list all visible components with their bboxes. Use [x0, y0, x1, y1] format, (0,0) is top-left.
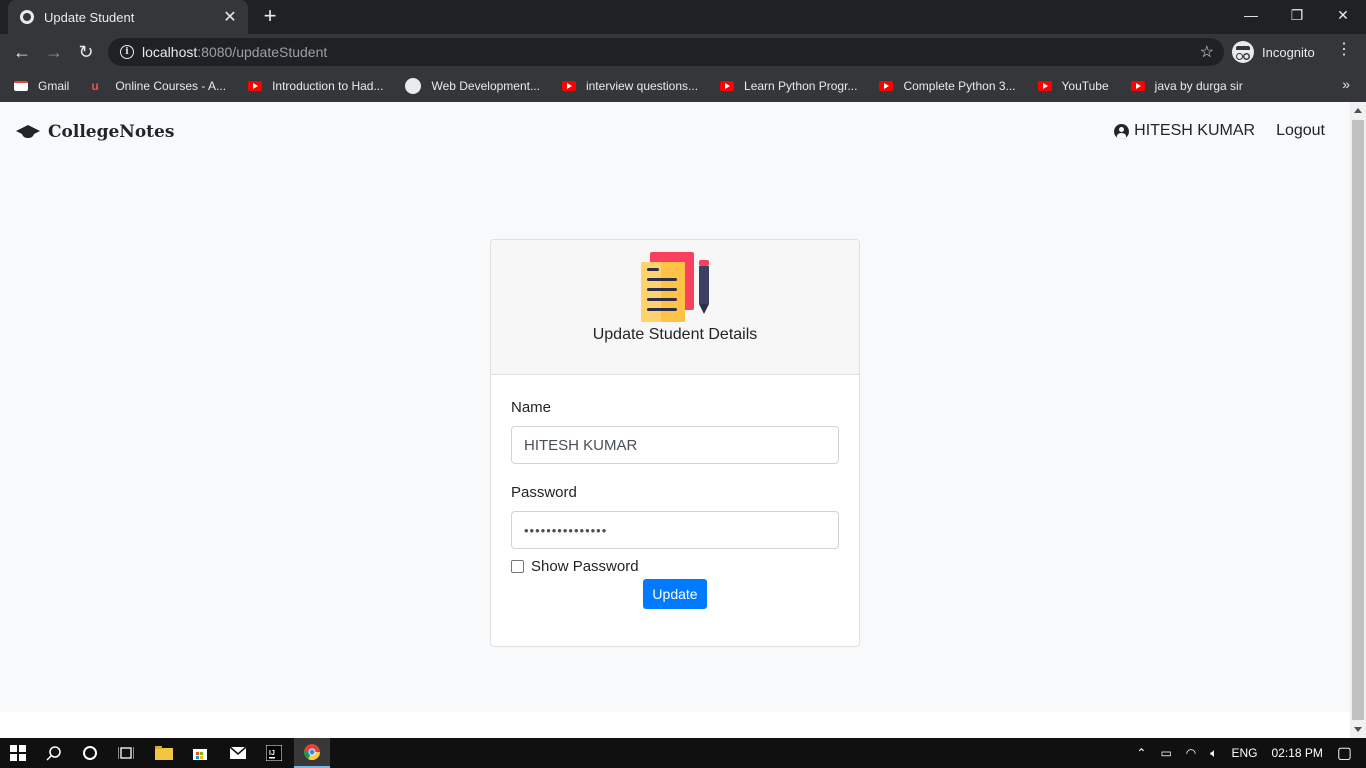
language-indicator[interactable]: ENG — [1231, 746, 1257, 760]
show-password-checkbox[interactable] — [511, 560, 524, 573]
bookmark-item[interactable]: interview questions... — [561, 79, 698, 93]
browser-toolbar: ← → ↻ i localhost :8080/updateStudent ☆ … — [0, 34, 1366, 70]
url-host: localhost — [142, 44, 198, 60]
page-content: CollegeNotes HITESH KUMAR Logout Update … — [0, 102, 1350, 712]
intellij-icon[interactable]: IJ — [256, 738, 292, 768]
window-close-button[interactable]: ✕ — [1320, 0, 1366, 30]
update-student-form: Name HITESH KUMAR Password •••••••••••••… — [491, 375, 859, 633]
bookmark-item[interactable]: Gmail — [14, 79, 69, 93]
name-input[interactable]: HITESH KUMAR — [511, 426, 839, 464]
search-icon[interactable] — [36, 738, 72, 768]
more-bookmarks-icon[interactable]: » — [1342, 76, 1350, 92]
bookmark-item[interactable]: Web Development... — [405, 78, 540, 94]
document-pencil-icon — [641, 252, 709, 322]
youtube-icon — [1037, 81, 1052, 91]
back-button[interactable]: ← — [10, 40, 34, 64]
user-name-link[interactable]: HITESH KUMAR — [1134, 122, 1255, 140]
clock[interactable]: 02:18 PM — [1272, 746, 1323, 760]
udemy-icon: u — [91, 79, 99, 93]
scroll-up-icon[interactable] — [1354, 108, 1362, 113]
bookmark-item[interactable]: Complete Python 3... — [879, 79, 1016, 93]
youtube-icon — [561, 81, 576, 91]
incognito-label: Incognito — [1262, 44, 1315, 60]
browser-tab-strip: Update Student ✕ + — ❐ ✕ — [0, 0, 1366, 34]
logout-link[interactable]: Logout — [1276, 122, 1325, 140]
url-path: :8080/updateStudent — [197, 44, 328, 60]
bookmark-item[interactable]: Learn Python Progr... — [720, 79, 857, 93]
incognito-indicator[interactable]: Incognito — [1232, 40, 1315, 64]
update-button[interactable]: Update — [643, 579, 707, 609]
notification-icon[interactable]: ▢ — [1337, 743, 1352, 763]
youtube-icon — [1130, 81, 1145, 91]
window-controls: — ❐ ✕ — [1228, 0, 1366, 34]
battery-icon[interactable]: ▭ — [1160, 746, 1171, 760]
youtube-icon — [720, 81, 735, 91]
show-password-label[interactable]: Show Password — [531, 558, 639, 575]
tab-title: Update Student — [44, 9, 135, 25]
address-bar[interactable]: i localhost :8080/updateStudent ☆ — [108, 38, 1224, 66]
update-student-card: Update Student Details Name HITESH KUMAR… — [490, 239, 860, 647]
svg-text:IJ: IJ — [269, 750, 275, 757]
file-explorer-icon[interactable] — [146, 738, 182, 768]
browser-tab[interactable]: Update Student ✕ — [8, 0, 248, 34]
web-icon — [405, 78, 422, 94]
volume-icon[interactable]: 🔈︎ — [1210, 746, 1217, 761]
brand-link[interactable]: CollegeNotes — [16, 122, 174, 142]
bookmark-item[interactable]: Introduction to Had... — [248, 79, 383, 93]
page-scrollbar[interactable] — [1350, 102, 1366, 738]
password-label: Password — [511, 484, 577, 501]
page-bottom — [0, 712, 1350, 738]
card-header: Update Student Details — [491, 240, 859, 375]
bookmark-star-icon[interactable]: ☆ — [1200, 42, 1214, 62]
button-row: Update — [511, 579, 839, 609]
wifi-icon[interactable]: ◠ — [1186, 746, 1196, 760]
forward-button[interactable]: → — [42, 40, 66, 64]
restore-button[interactable]: ❐ — [1274, 0, 1320, 30]
info-icon[interactable]: i — [120, 45, 134, 59]
browser-menu-icon[interactable]: ⋮ — [1336, 42, 1352, 58]
show-password-row: Show Password — [511, 558, 839, 575]
minimize-button[interactable]: — — [1228, 0, 1274, 30]
new-tab-button[interactable]: + — [258, 5, 282, 29]
incognito-icon — [1232, 41, 1254, 63]
close-tab-icon[interactable]: ✕ — [222, 7, 238, 27]
bookmark-item[interactable]: java by durga sir — [1130, 79, 1243, 93]
navbar-right: HITESH KUMAR Logout — [1114, 122, 1325, 140]
bookmark-item[interactable]: u Online Courses - A... — [91, 79, 226, 93]
scroll-thumb[interactable] — [1352, 120, 1364, 720]
store-icon[interactable] — [182, 738, 218, 768]
name-label: Name — [511, 399, 552, 416]
chrome-taskbar-icon[interactable] — [294, 738, 330, 768]
cortana-icon[interactable] — [72, 738, 108, 768]
youtube-icon — [248, 81, 263, 91]
windows-taskbar: IJ ⌃ ▭ ◠ 🔈︎ ENG 02:18 PM ▢ — [0, 738, 1366, 768]
windows-start-icon[interactable] — [0, 738, 36, 768]
task-view-icon[interactable] — [108, 738, 144, 768]
user-circle-icon — [1114, 123, 1130, 139]
reload-button[interactable]: ↻ — [74, 40, 98, 64]
system-tray: ⌃ ▭ ◠ 🔈︎ ENG 02:18 PM ▢ — [1136, 738, 1366, 768]
youtube-icon — [879, 81, 894, 91]
graduation-cap-icon — [16, 124, 40, 140]
password-input[interactable]: ••••••••••••••• — [511, 511, 839, 549]
mail-icon[interactable] — [220, 738, 256, 768]
card-title: Update Student Details — [592, 326, 758, 343]
bookmark-item[interactable]: YouTube — [1037, 79, 1109, 93]
chevron-up-icon[interactable]: ⌃ — [1136, 746, 1146, 760]
scroll-down-icon[interactable] — [1354, 727, 1362, 732]
gmail-icon — [14, 81, 28, 91]
globe-icon — [20, 10, 34, 24]
bookmarks-bar: Gmail u Online Courses - A... Introductio… — [0, 70, 1366, 102]
brand-name: CollegeNotes — [48, 122, 175, 142]
